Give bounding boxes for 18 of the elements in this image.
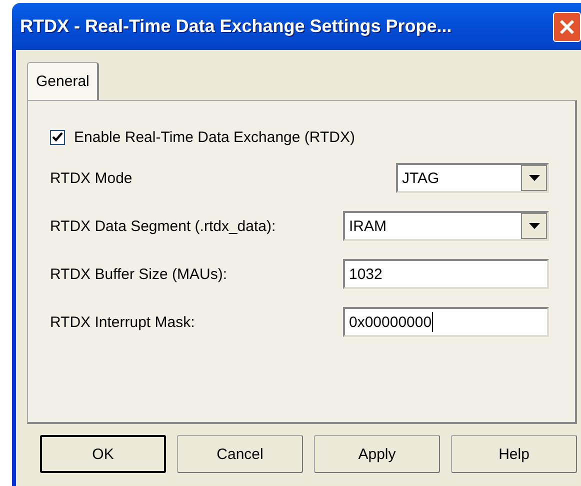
field-label: RTDX Data Segment (.rtdx_data): [50,218,276,234]
window-title: RTDX - Real-Time Data Exchange Settings Prope... [20,16,452,37]
close-icon[interactable] [558,18,576,36]
tab[interactable]: General [27,62,100,100]
field-label: RTDX Interrupt Mask: [50,314,195,330]
dialog-button[interactable]: Cancel [177,435,303,473]
checkbox-label: Enable Real-Time Data Exchange (RTDX) [74,129,355,146]
dialog-button[interactable]: Apply [314,435,440,473]
input-field[interactable]: 0x00000000 [343,307,549,337]
input-field[interactable]: 1032 [343,259,549,289]
dialog-button[interactable]: OK [40,435,166,473]
dropdown[interactable]: JTAG [396,163,549,193]
close-button[interactable] [553,12,581,42]
field-label: RTDX Mode [50,170,132,186]
checkbox[interactable] [50,130,65,145]
dialog-button[interactable]: Help [451,435,577,473]
dropdown[interactable]: IRAM [343,211,549,241]
field-label: RTDX Buffer Size (MAUs): [50,266,227,282]
